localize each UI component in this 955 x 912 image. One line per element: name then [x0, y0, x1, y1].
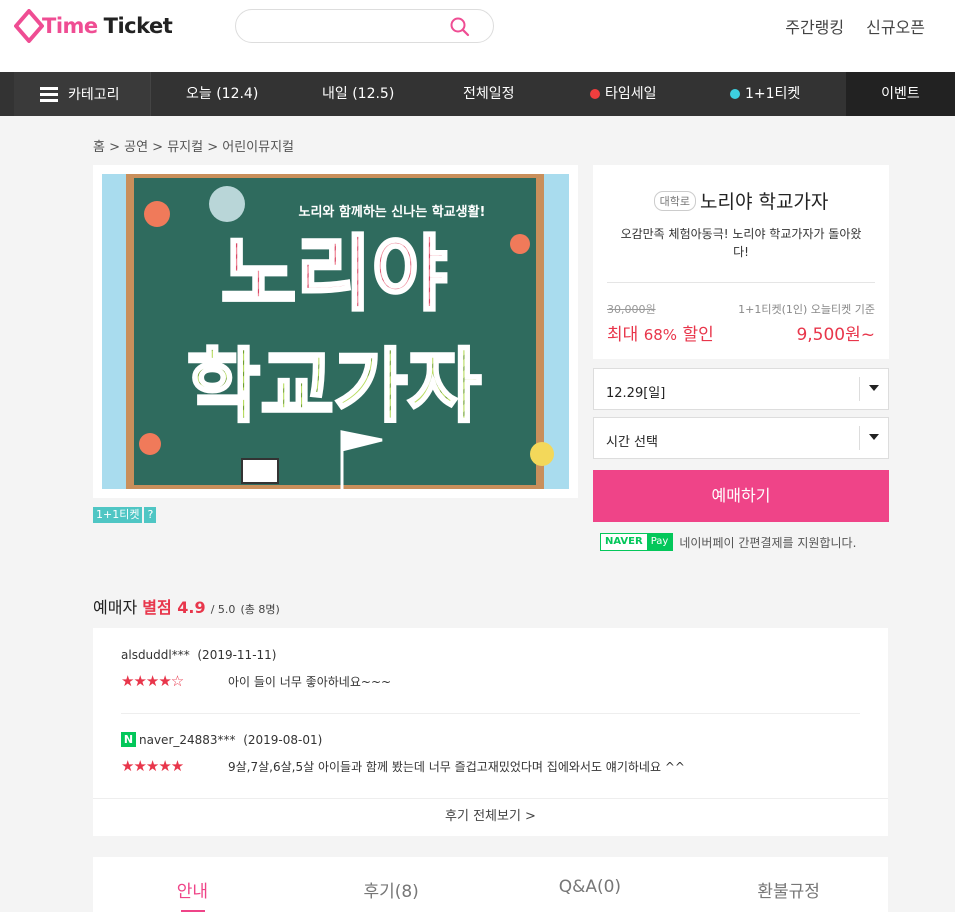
sale-price: 9,500원~	[796, 325, 875, 345]
star-rating: ★★★★☆	[121, 672, 184, 690]
search-icon[interactable]	[449, 16, 471, 38]
review-body: ★★★★☆ 아이 들이 너무 좋아하네요~~~	[121, 672, 861, 690]
review-text: 9살,7살,6살,5살 아이들과 함께 봤는데 너무 즐겁고재밌었다며 집에와서…	[228, 759, 685, 774]
review-item: alsduddl*** (2019-11-11) ★★★★☆ 아이 들이 너무 …	[121, 648, 861, 690]
naverpay-notice: NAVER Pay 네이버페이 간편결제를 지원합니다.	[600, 533, 856, 551]
price-note: 1+1티켓(1인) 오늘티켓 기준	[738, 303, 875, 316]
nav-event[interactable]: 이벤트	[846, 72, 955, 116]
discount-label: 최대	[607, 325, 639, 345]
search-input[interactable]	[252, 17, 442, 37]
rating-header: 예매자 별점 4.9 / 5.0 (총 8명)	[93, 594, 280, 618]
product-info-card: 대학로 노리야 학교가자 오감만족 체험아동극! 노리야 학교가자가 돌아왔다! …	[593, 165, 889, 359]
poster-card: 노리와 함께하는 신나는 학교생활! 노리야 학교가자	[93, 165, 578, 498]
discount-rate: 최대 68% 할인	[607, 320, 714, 345]
date-select-value: 12.29[일]	[606, 386, 666, 401]
nav-bar: 카테고리 오늘 (12.4) 내일 (12.5) 전체일정 타임세일 1+1티켓…	[0, 72, 955, 116]
poster-image: 노리와 함께하는 신나는 학교생활! 노리야 학교가자	[102, 174, 569, 489]
nav-time-sale-label: 타임세일	[605, 86, 657, 102]
review-user: naver_24883***	[139, 732, 236, 747]
time-select[interactable]: 시간 선택	[593, 417, 889, 459]
weekly-ranking-link[interactable]: 주간랭킹	[785, 14, 844, 38]
venue-badge: 대학로	[653, 191, 696, 211]
tag-row: 1+1티켓 ?	[93, 507, 157, 523]
breadcrumb[interactable]: 홈 > 공연 > 뮤지컬 > 어린이뮤지컬	[93, 136, 294, 155]
tab-qna[interactable]: Q&A(0)	[491, 857, 690, 912]
search-bar	[235, 9, 494, 43]
discount-suffix: 할인	[682, 325, 714, 345]
tab-refund-policy[interactable]: 환불규정	[689, 857, 888, 912]
discount-percent: 68%	[643, 326, 678, 344]
time-select-value: 시간 선택	[606, 435, 658, 450]
poster-caption: 노리와 함께하는 신나는 학교생활!	[299, 204, 486, 220]
logo-text: Time Ticket	[42, 14, 173, 38]
poster-line2: 학교가자	[187, 340, 481, 433]
view-all-reviews-link[interactable]: 후기 전체보기 >	[93, 798, 888, 836]
nav-tomorrow[interactable]: 내일 (12.5)	[322, 72, 394, 116]
header: Time Ticket 주간랭킹 신규오픈	[0, 0, 955, 72]
naverpay-logo: NAVER Pay	[600, 533, 674, 551]
review-body: ★★★★★ 9살,7살,6살,5살 아이들과 함께 봤는데 너무 즐겁고재밌었다…	[121, 757, 861, 775]
review-text: 아이 들이 너무 좋아하네요~~~	[228, 674, 392, 689]
tab-reviews[interactable]: 후기(8)	[292, 857, 491, 912]
rating-label: 예매자	[93, 598, 138, 617]
rating-score: 별점 4.9	[142, 598, 206, 617]
nav-one-plus-one-label: 1+1티켓	[745, 86, 801, 102]
divider	[607, 282, 875, 283]
red-dot-icon	[590, 89, 600, 99]
date-select[interactable]: 12.29[일]	[593, 368, 889, 410]
product-subtitle: 오감만족 체험아동극! 노리야 학교가자가 돌아왔다!	[620, 227, 862, 259]
review-date: (2019-11-11)	[197, 648, 277, 662]
original-price: 30,000원	[607, 303, 656, 316]
naverpay-text: 네이버페이 간편결제를 지원합니다.	[679, 535, 857, 550]
review-meta: alsduddl*** (2019-11-11)	[121, 648, 861, 662]
help-tag[interactable]: ?	[144, 507, 157, 523]
rating-max: / 5.0	[210, 603, 236, 616]
select-separator	[859, 426, 860, 450]
nav-all-schedule[interactable]: 전체일정	[463, 72, 515, 116]
logo-ticket-icon	[14, 9, 44, 43]
category-label: 카테고리	[68, 87, 120, 103]
one-plus-one-tag[interactable]: 1+1티켓	[93, 507, 143, 523]
naver-n-icon: N	[121, 732, 136, 747]
teal-dot-icon	[730, 89, 740, 99]
review-list: alsduddl*** (2019-11-11) ★★★★☆ 아이 들이 너무 …	[93, 628, 888, 836]
nav-one-plus-one[interactable]: 1+1티켓	[730, 72, 800, 116]
top-links: 주간랭킹 신규오픈	[785, 14, 925, 38]
hamburger-icon	[40, 87, 58, 102]
nav-today[interactable]: 오늘 (12.4)	[186, 72, 258, 116]
chevron-down-icon	[869, 385, 879, 391]
chevron-down-icon	[869, 434, 879, 440]
review-item: N naver_24883*** (2019-08-01) ★★★★★ 9살,7…	[121, 732, 861, 775]
logo[interactable]: Time Ticket	[14, 6, 173, 46]
select-separator	[859, 377, 860, 401]
tab-info[interactable]: 안내	[93, 857, 292, 912]
book-button[interactable]: 예매하기	[593, 470, 889, 522]
new-open-link[interactable]: 신규오픈	[866, 14, 925, 38]
category-menu-button[interactable]: 카테고리	[14, 72, 151, 116]
review-user: alsduddl***	[121, 648, 190, 662]
nav-time-sale[interactable]: 타임세일	[590, 72, 657, 116]
rating-count: (총 8명)	[240, 603, 280, 616]
product-title: 노리야 학교가자	[699, 191, 829, 213]
review-meta: N naver_24883*** (2019-08-01)	[121, 732, 861, 747]
detail-tabs: 안내 후기(8) Q&A(0) 환불규정	[93, 857, 888, 912]
review-divider	[121, 713, 860, 714]
review-date: (2019-08-01)	[243, 732, 323, 747]
title-row: 대학로 노리야 학교가자	[593, 187, 889, 214]
poster-line1: 노리야	[221, 227, 447, 322]
star-rating: ★★★★★	[121, 757, 184, 775]
